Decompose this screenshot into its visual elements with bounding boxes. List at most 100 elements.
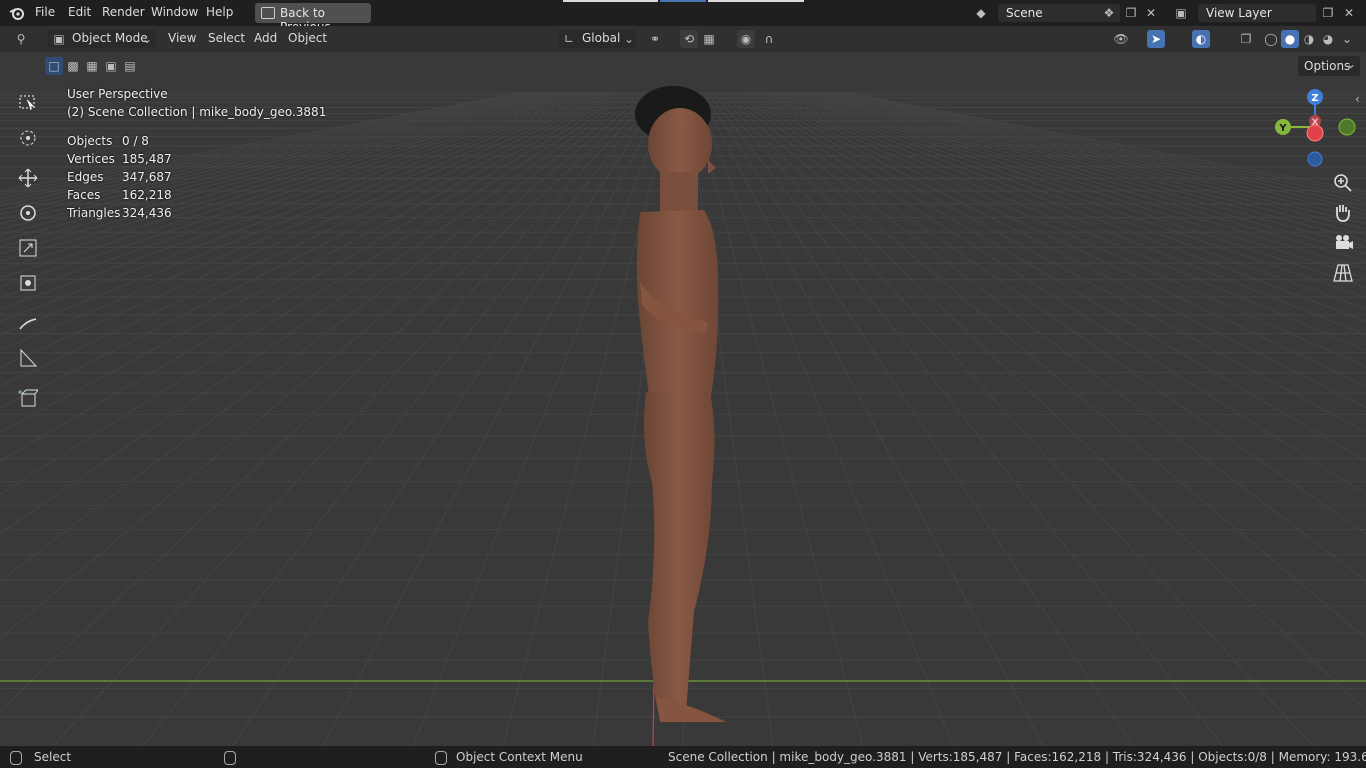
workspace-tab-indicator-2[interactable] <box>708 0 804 2</box>
gizmo-toggle-icon[interactable]: ➤ <box>1147 30 1165 48</box>
move-tool[interactable] <box>10 163 46 193</box>
status-context-menu: Object Context Menu <box>456 750 583 764</box>
add-cube-icon <box>18 389 38 407</box>
chevron-down-icon: ⌄ <box>1346 57 1357 71</box>
add-cube-tool[interactable] <box>10 383 46 413</box>
menu-help[interactable]: Help <box>206 5 233 19</box>
mouse-right-icon <box>435 751 447 765</box>
pan-hand-icon[interactable] <box>1330 200 1356 226</box>
status-info: Scene Collection | mike_body_geo.3881 | … <box>668 750 1366 764</box>
options-button[interactable]: Options ⌄ <box>1298 56 1360 76</box>
blender-logo-icon[interactable] <box>8 4 26 22</box>
gizmo-y-label: Y <box>1278 123 1287 134</box>
workspace-tab-indicator[interactable] <box>563 0 658 2</box>
material-shading-icon[interactable]: ◑ <box>1300 30 1318 48</box>
stat-label-vertices: Vertices <box>67 152 115 166</box>
new-view-layer-icon[interactable]: ❐ <box>1319 4 1337 22</box>
zoom-icon[interactable] <box>1330 170 1356 196</box>
select-mode-new-icon[interactable]: □ <box>45 57 63 75</box>
mouse-middle-icon <box>224 751 236 765</box>
proportional-edit-icon[interactable]: ◉ <box>737 30 755 48</box>
orientation-icon: ∟ <box>563 32 575 46</box>
menu-add[interactable]: Add <box>254 31 277 45</box>
solid-shading-icon[interactable]: ● <box>1281 30 1299 48</box>
stat-value-triangles: 324,436 <box>122 206 172 220</box>
neg-z-axis-handle <box>1307 151 1323 167</box>
neg-x-axis-handle <box>1306 124 1324 142</box>
menu-view[interactable]: View <box>168 31 196 45</box>
select-mode-subtract-icon[interactable]: ▦ <box>83 57 101 75</box>
stat-label-objects: Objects <box>67 134 113 148</box>
remove-view-layer-icon[interactable]: ✕ <box>1340 4 1358 22</box>
stat-value-faces: 162,218 <box>122 188 172 202</box>
new-scene-icon[interactable]: ❐ <box>1122 4 1140 22</box>
chevron-down-icon: ⌄ <box>623 32 635 46</box>
navigation-gizmo[interactable]: Z Y X <box>1270 87 1360 177</box>
top-menu-bar: File Edit Render Window Help Back to Pre… <box>0 0 1366 34</box>
ruler-icon <box>20 348 38 367</box>
menu-object[interactable]: Object <box>288 31 327 45</box>
scale-icon <box>19 239 37 257</box>
transform-tool[interactable] <box>10 268 46 298</box>
rendered-shading-icon[interactable]: ◕ <box>1319 30 1337 48</box>
falloff-icon[interactable]: ∩ <box>760 30 778 48</box>
chevron-down-icon: ⌄ <box>141 32 153 46</box>
view-name: User Perspective <box>67 87 168 101</box>
visibility-icon[interactable]: 👁 <box>1112 30 1130 48</box>
neg-y-axis-handle <box>1338 118 1356 136</box>
camera-icon[interactable] <box>1330 230 1356 256</box>
perspective-toggle-icon[interactable] <box>1330 260 1356 286</box>
menu-select[interactable]: Select <box>208 31 245 45</box>
move-icon <box>18 168 38 188</box>
viewport-header: ⚲ ▣ Object Mode ⌄ View Select Add Object… <box>0 26 1366 52</box>
menu-window[interactable]: Window <box>151 5 198 19</box>
snap-target-icon[interactable]: ▦ <box>700 30 718 48</box>
remove-scene-icon[interactable]: ✕ <box>1142 4 1160 22</box>
cursor-icon <box>20 130 36 146</box>
select-mode-invert-icon[interactable]: ▣ <box>102 57 120 75</box>
back-to-previous-button[interactable]: Back to Previous <box>255 3 371 34</box>
gizmo-z-label: Z <box>1311 93 1318 104</box>
scene-icon[interactable]: ◆ <box>972 4 990 22</box>
status-bar: Select Object Context Menu Scene Collect… <box>0 746 1366 768</box>
3d-viewport[interactable]: □ ▩ ▦ ▣ ▤ User Perspective (2) Scene Col… <box>0 52 1366 746</box>
stat-label-faces: Faces <box>67 188 101 202</box>
stat-label-triangles: Triangles <box>67 206 121 220</box>
orientation-label: Global <box>582 31 621 45</box>
select-box-tool[interactable] <box>10 88 46 118</box>
mouse-left-icon <box>10 751 22 765</box>
menu-edit[interactable]: Edit <box>68 5 91 19</box>
orientation-dropdown[interactable]: ∟ Global ⌄ <box>558 30 636 48</box>
scene-label: Scene <box>1006 6 1043 20</box>
view-layer-label: View Layer <box>1206 6 1272 20</box>
menu-file[interactable]: File <box>35 5 55 19</box>
chevron-down-icon[interactable]: ⌄ <box>1338 30 1356 48</box>
select-mode-intersect-icon[interactable]: ▤ <box>121 57 139 75</box>
pencil-icon <box>19 318 37 330</box>
measure-tool[interactable] <box>10 343 46 373</box>
view-layer-field[interactable]: View Layer <box>1198 4 1316 22</box>
collection-info: (2) Scene Collection | mike_body_geo.388… <box>67 105 327 119</box>
pivot-icon[interactable]: ⚭ <box>646 30 664 48</box>
xray-icon[interactable]: ❐ <box>1237 30 1255 48</box>
rotate-tool[interactable] <box>10 198 46 228</box>
scale-tool[interactable] <box>10 233 46 263</box>
mode-dropdown[interactable]: ▣ Object Mode ⌄ <box>48 30 156 48</box>
rotate-icon <box>20 205 36 221</box>
cursor-tool[interactable] <box>10 123 46 153</box>
status-select: Select <box>34 750 72 764</box>
character-model[interactable] <box>600 82 760 722</box>
select-mode-extend-icon[interactable]: ▩ <box>64 57 82 75</box>
annotate-tool[interactable] <box>10 308 46 338</box>
overlay-toggle-icon[interactable]: ◐ <box>1192 30 1210 48</box>
snap-icon[interactable]: ⟲ <box>680 30 698 48</box>
stat-value-edges: 347,687 <box>122 170 172 184</box>
workspace-tab-active-indicator[interactable] <box>660 0 706 2</box>
back-icon <box>261 7 275 19</box>
select-box-icon <box>19 95 35 111</box>
wireframe-shading-icon[interactable]: ◯ <box>1262 30 1280 48</box>
menu-render[interactable]: Render <box>102 5 145 19</box>
view-layer-icon[interactable]: ▣ <box>1172 4 1190 22</box>
pin-icon[interactable]: ❖ <box>1100 4 1118 22</box>
editor-type-icon[interactable]: ⚲ <box>12 30 30 48</box>
